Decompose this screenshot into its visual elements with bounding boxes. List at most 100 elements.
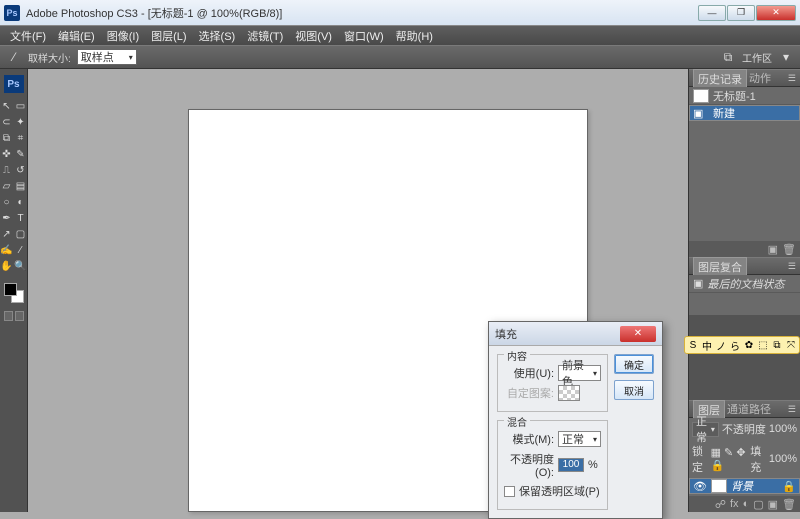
menu-image[interactable]: 图像(I) <box>101 28 145 44</box>
layers-footer: ☍ fx ◐▢ ▣ 🗑 <box>689 496 800 512</box>
menu-select[interactable]: 选择(S) <box>193 28 242 44</box>
pen-tool[interactable]: ✒ <box>1 211 13 225</box>
tools-panel: Ps ↖▭ ⊂✦ ⧉⌗ ✜✎ ⎍↺ ▱▤ ○◐ ✒T ↗▢ ✍⁄ ✋🔍 <box>0 69 28 512</box>
preserve-checkbox[interactable] <box>504 486 515 497</box>
shape-tool[interactable]: ▢ <box>15 227 27 241</box>
menu-window[interactable]: 窗口(W) <box>338 28 390 44</box>
screen-mode[interactable] <box>4 311 24 321</box>
layercomp-tab[interactable]: 图层复合 <box>693 257 747 276</box>
slice-tool[interactable]: ⌗ <box>15 131 27 145</box>
color-swatch[interactable] <box>4 283 24 303</box>
history-tab[interactable]: 历史记录 <box>693 69 747 88</box>
menu-file[interactable]: 文件(F) <box>4 28 52 44</box>
wand-tool[interactable]: ✦ <box>15 115 27 129</box>
use-label: 使用(U): <box>504 365 554 381</box>
blend-mode-dropdown[interactable]: 正常▾ <box>692 422 719 437</box>
type-tool[interactable]: T <box>15 211 27 225</box>
mode-dropdown[interactable]: 正常▾ <box>558 431 601 447</box>
close-button[interactable]: ✕ <box>756 5 796 21</box>
menu-edit[interactable]: 编辑(E) <box>52 28 101 44</box>
lasso-tool[interactable]: ⊂ <box>1 115 13 129</box>
fx-icon[interactable]: fx <box>730 498 739 510</box>
history-brush-tool[interactable]: ↺ <box>15 163 27 177</box>
menu-help[interactable]: 帮助(H) <box>390 28 439 44</box>
dialog-close-button[interactable]: ✕ <box>620 326 656 342</box>
notes-tool[interactable]: ✍ <box>1 243 13 257</box>
panels-column: 历史记录 动作 ☰ 无标题-1 ▣新建 ▣🗑 图层复合 ☰ ▣最后的文档状态 图… <box>688 69 800 512</box>
layercomp-panel-header[interactable]: 图层复合 ☰ <box>689 257 800 275</box>
use-dropdown[interactable]: 前景色▾ <box>558 365 601 381</box>
sample-size-dropdown[interactable]: 取样点▾ <box>77 49 137 65</box>
hand-tool[interactable]: ✋ <box>1 259 13 273</box>
menu-layer[interactable]: 图层(L) <box>145 28 192 44</box>
delete-icon[interactable]: 🗑 <box>782 243 796 256</box>
fill-value[interactable]: 100% <box>769 453 797 465</box>
cancel-button[interactable]: 取消 <box>614 380 654 400</box>
mask-icon[interactable]: ◐ <box>743 498 750 510</box>
actions-tab[interactable]: 动作 <box>749 70 771 86</box>
new-layer-icon[interactable]: ▣ <box>768 498 778 511</box>
dialog-titlebar[interactable]: 填充 ✕ <box>489 322 662 346</box>
lock-label: 锁定 <box>692 443 708 475</box>
layer-row-bg[interactable]: 👁 背景 🔒 <box>689 478 800 494</box>
channels-tab[interactable]: 通道 <box>727 401 749 417</box>
pattern-picker <box>558 385 580 401</box>
blending-legend: 混合 <box>504 414 530 429</box>
zoom-tool[interactable]: 🔍 <box>15 259 27 273</box>
visibility-icon[interactable]: 👁 <box>693 480 707 493</box>
window-title: Adobe Photoshop CS3 - [无标题-1 @ 100%(RGB/… <box>26 5 698 21</box>
history-step-row[interactable]: ▣新建 <box>689 105 800 121</box>
ime-softkb-icon[interactable]: ✿ <box>743 339 755 351</box>
lock-icons[interactable]: ▦ ✎ ✥ 🔒 <box>711 446 748 472</box>
blur-tool[interactable]: ○ <box>1 195 13 209</box>
maximize-button[interactable]: ❐ <box>727 5 755 21</box>
crop-tool[interactable]: ⧉ <box>1 131 13 145</box>
ok-button[interactable]: 确定 <box>614 354 654 374</box>
panel-menu-icon[interactable]: ☰ <box>788 261 796 272</box>
new-snapshot-icon[interactable]: ▣ <box>768 243 778 256</box>
opacity-value[interactable]: 100% <box>769 423 797 435</box>
folder-icon[interactable]: ▢ <box>753 498 763 511</box>
minimize-button[interactable]: — <box>698 5 726 21</box>
history-footer: ▣🗑 <box>689 241 800 257</box>
contents-legend: 内容 <box>504 348 530 363</box>
doc-thumb-icon <box>693 89 709 103</box>
panel-menu-icon[interactable]: ☰ <box>788 73 796 84</box>
history-panel-header[interactable]: 历史记录 动作 ☰ <box>689 69 800 87</box>
stamp-tool[interactable]: ⎍ <box>1 163 13 177</box>
ime-skin-icon[interactable]: ⬚ <box>757 339 769 351</box>
menu-view[interactable]: 视图(V) <box>289 28 338 44</box>
history-doc-row[interactable]: 无标题-1 <box>689 87 800 105</box>
ime-punct-icon[interactable]: ノ <box>715 339 727 351</box>
options-bar: ⁄ 取样大小: 取样点▾ ⧉ 工作区 ▾ <box>0 45 800 69</box>
panel-menu-icon[interactable]: ☰ <box>788 404 796 415</box>
gradient-tool[interactable]: ▤ <box>15 179 27 193</box>
move-tool[interactable]: ↖ <box>1 99 13 113</box>
canvas-area: 填充 ✕ 内容 使用(U): 前景色▾ 自定图案: <box>28 69 688 512</box>
layercomp-row[interactable]: ▣最后的文档状态 <box>689 275 800 293</box>
menu-filter[interactable]: 滤镜(T) <box>241 28 289 44</box>
link-icon[interactable]: ☍ <box>715 498 726 511</box>
eyedropper-tool[interactable]: ⁄ <box>15 243 27 257</box>
opacity-input[interactable]: 100 <box>558 458 584 472</box>
workspace-icon[interactable]: ⧉ <box>720 49 736 65</box>
lock-icon: 🔒 <box>782 480 796 493</box>
marquee-tool[interactable]: ▭ <box>15 99 27 113</box>
ime-menu-icon[interactable]: ⧉ <box>771 339 783 351</box>
path-tool[interactable]: ↗ <box>1 227 13 241</box>
ime-toolbar[interactable]: S 中 ノ ら ✿ ⬚ ⧉ ⤧ <box>684 336 800 354</box>
heal-tool[interactable]: ✜ <box>1 147 13 161</box>
brush-tool[interactable]: ✎ <box>15 147 27 161</box>
ime-shape-icon[interactable]: ら <box>729 339 741 351</box>
dodge-tool[interactable]: ◐ <box>15 195 27 209</box>
workspace-dropdown-icon[interactable]: ▾ <box>778 49 794 65</box>
ime-zh-icon[interactable]: 中 <box>701 339 713 351</box>
layer-thumb-icon <box>711 479 727 493</box>
eraser-tool[interactable]: ▱ <box>1 179 13 193</box>
paths-tab[interactable]: 路径 <box>749 401 771 417</box>
ps-logo-icon: Ps <box>4 75 24 93</box>
percent-label: % <box>588 459 598 471</box>
trash-icon[interactable]: 🗑 <box>782 498 796 511</box>
ime-s-icon[interactable]: S <box>687 339 699 351</box>
ime-pin-icon[interactable]: ⤧ <box>785 339 797 351</box>
